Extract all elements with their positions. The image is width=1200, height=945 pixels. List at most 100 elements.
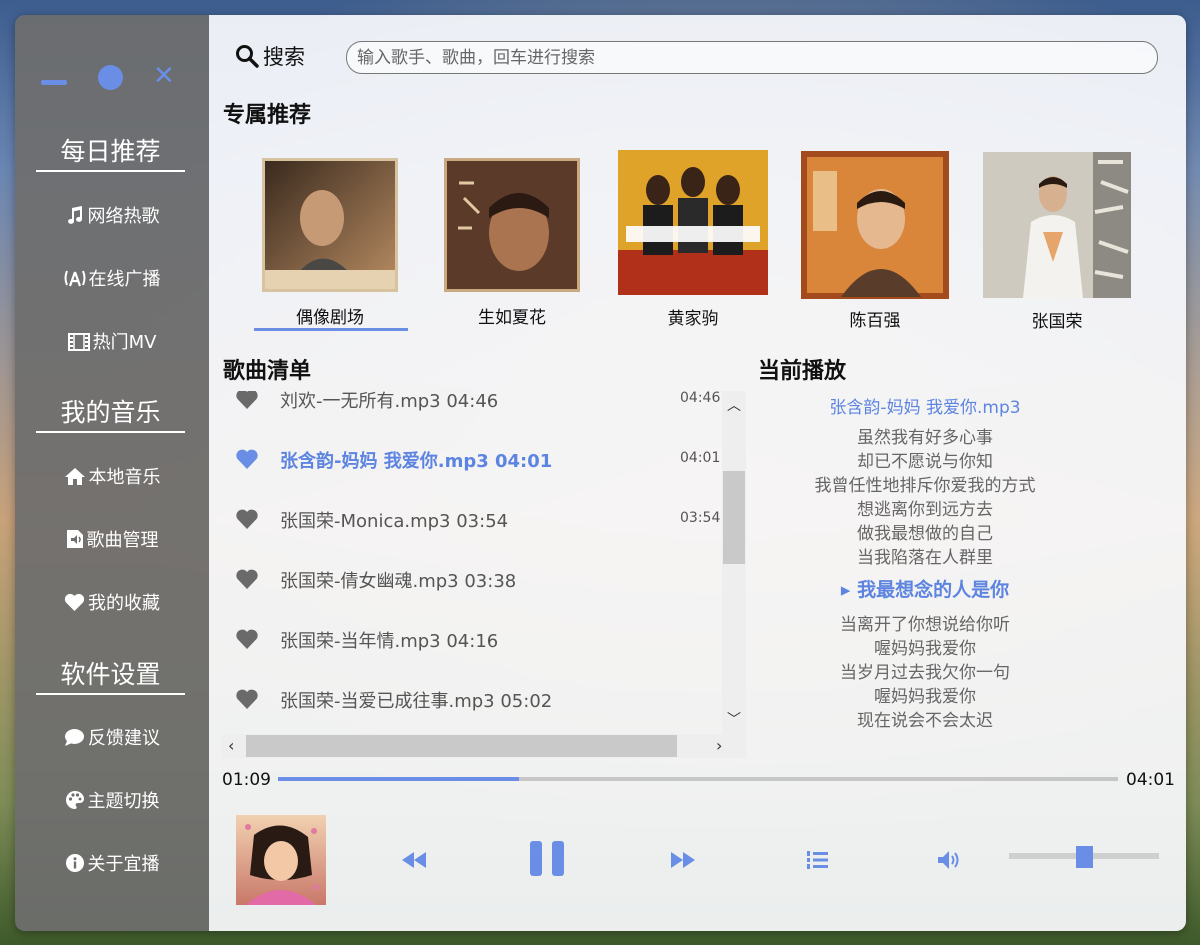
lyric-line: 做我最想做的自己: [857, 524, 993, 544]
section-title-settings: 软件设置: [36, 655, 185, 695]
song-title: 张国荣-当年情.mp3 04:16: [280, 631, 499, 652]
lyric-line: 当我陷落在人群里: [857, 548, 993, 568]
search-icon: [236, 45, 259, 68]
scroll-right-arrow-icon[interactable]: ›: [716, 736, 722, 755]
volume-icon[interactable]: [937, 850, 963, 870]
album-cover: [801, 151, 949, 299]
audio-file-icon: [66, 530, 83, 548]
sidebar-item-label: 主题切换: [87, 791, 160, 812]
volume-slider-handle[interactable]: [1076, 846, 1093, 868]
song-duration: 04:46: [680, 391, 720, 406]
sidebar-item-favorites[interactable]: 我的收藏: [15, 589, 209, 619]
minimize-button[interactable]: [41, 80, 67, 85]
lyric-line: 喔妈妈我爱你: [874, 687, 976, 707]
sidebar-item-hot-songs[interactable]: 网络热歌: [15, 202, 209, 232]
progress-fill: [278, 777, 520, 781]
scroll-down-arrow-icon[interactable]: ﹀: [727, 709, 741, 729]
favorite-heart-icon[interactable]: [235, 508, 259, 530]
home-icon: [64, 468, 85, 485]
scroll-up-arrow-icon[interactable]: ︿: [727, 395, 741, 415]
sidebar-item-about[interactable]: 关于宜播: [15, 850, 209, 880]
playlist-vertical-scrollbar[interactable]: ︿ ﹀: [722, 391, 746, 734]
album-cover: [444, 158, 580, 292]
volume-slider[interactable]: [1009, 846, 1159, 868]
album-card-2[interactable]: 生如夏花: [444, 158, 580, 338]
song-row[interactable]: 刘欢-一无所有.mp3 04:46 04:46: [222, 391, 720, 422]
album-cover: [262, 158, 398, 292]
album-name: 张国荣: [1031, 312, 1083, 332]
song-duration: 04:01: [680, 450, 720, 466]
search-input[interactable]: [346, 41, 1158, 74]
favorite-heart-icon[interactable]: [235, 628, 259, 650]
favorite-heart-icon[interactable]: [235, 568, 259, 590]
song-title: 张国荣-Monica.mp3 03:54: [280, 511, 509, 532]
sidebar-item-radio[interactable]: 在线广播: [15, 265, 209, 295]
lyric-line: 我曾任性地排斥你爱我的方式: [814, 476, 1036, 496]
scrollbar-thumb[interactable]: [723, 471, 745, 564]
recommend-title: 专属推荐: [223, 102, 312, 128]
album-card-4[interactable]: 陈百强: [801, 151, 949, 333]
album-cover: [983, 152, 1131, 298]
song-row-active[interactable]: 张含韵-妈妈 我爱你.mp3 04:01 04:01: [222, 438, 720, 482]
album-name: 陈百强: [849, 311, 901, 331]
sidebar-item-feedback[interactable]: 反馈建议: [15, 724, 209, 754]
sidebar: ✕ 每日推荐 网络热歌 在线广播 热门MV 我的音乐 本地音乐 歌曲管理 我的收…: [15, 15, 209, 931]
lyric-line: 却已不愿说与你知: [857, 452, 993, 472]
lyric-line: 现在说会不会太迟: [857, 711, 993, 731]
total-time: 04:01: [1126, 770, 1175, 790]
song-duration: 03:54: [680, 510, 720, 526]
scrollbar-thumb[interactable]: [246, 735, 677, 757]
progress-bar[interactable]: [278, 777, 1118, 781]
song-title: 张含韵-妈妈 我爱你.mp3 04:01: [280, 451, 553, 472]
playlist-order-icon[interactable]: [806, 850, 828, 870]
sidebar-item-label: 关于宜播: [87, 854, 160, 875]
scroll-left-arrow-icon[interactable]: ‹: [228, 736, 234, 755]
playlist-horizontal-scrollbar[interactable]: ‹ ›: [222, 734, 746, 758]
now-playing-song: 张含韵-妈妈 我爱你.mp3: [829, 398, 1021, 418]
song-title: 张国荣-倩女幽魂.mp3 03:38: [280, 571, 517, 592]
album-card-1[interactable]: 偶像剧场: [262, 158, 398, 338]
song-title: 张国荣-当爱已成往事.mp3 05:02: [280, 691, 553, 712]
album-card-5[interactable]: 张国荣: [983, 152, 1131, 334]
lyrics-panel: 张含韵-妈妈 我爱你.mp3 虽然我有好多心事 却已不愿说与你知 我曾任性地排斥…: [769, 391, 1081, 734]
sidebar-item-theme[interactable]: 主题切换: [15, 787, 209, 817]
close-button[interactable]: ✕: [153, 61, 175, 91]
favorite-heart-icon[interactable]: [235, 391, 259, 410]
main-panel: 搜索 专属推荐 偶像剧场: [209, 15, 1186, 931]
info-icon: [65, 854, 84, 872]
broadcast-icon: [64, 270, 85, 287]
song-row[interactable]: 张国荣-Monica.mp3 03:54 03:54: [222, 498, 720, 542]
album-selected-indicator: [254, 328, 408, 331]
lyric-line-current: ▸ 我最想念的人是你: [840, 579, 1010, 601]
playlist-title: 歌曲清单: [223, 358, 312, 384]
current-song-cover: [236, 815, 326, 905]
lyric-line: 想逃离你到远方去: [857, 500, 993, 520]
sidebar-item-mv[interactable]: 热门MV: [15, 328, 209, 358]
song-row[interactable]: 张国荣-当爱已成往事.mp3 05:02: [222, 678, 720, 722]
favorite-heart-icon[interactable]: [235, 448, 259, 470]
next-track-button[interactable]: [671, 852, 695, 868]
sidebar-item-label: 歌曲管理: [86, 530, 159, 551]
comment-icon: [65, 729, 84, 746]
sidebar-item-local-music[interactable]: 本地音乐: [15, 463, 209, 493]
album-card-3[interactable]: 黄家驹: [618, 150, 768, 330]
pause-button[interactable]: [530, 841, 564, 876]
song-list: 刘欢-一无所有.mp3 04:46 04:46 张含韵-妈妈 我爱你.mp3 0…: [222, 391, 720, 734]
sidebar-item-label: 热门MV: [92, 332, 157, 353]
search-button[interactable]: 搜索: [235, 41, 335, 71]
sidebar-item-song-manage[interactable]: 歌曲管理: [15, 526, 209, 556]
album-name: 生如夏花: [478, 308, 546, 328]
elapsed-time: 01:09: [222, 770, 271, 790]
song-row[interactable]: 张国荣-当年情.mp3 04:16: [222, 618, 720, 662]
song-title: 刘欢-一无所有.mp3 04:46: [280, 391, 499, 412]
section-title-my-music: 我的音乐: [36, 393, 185, 433]
music-note-icon: [67, 206, 82, 224]
lyric-line: 虽然我有好多心事: [857, 428, 993, 448]
section-title-daily: 每日推荐: [36, 132, 185, 172]
song-row[interactable]: 张国荣-倩女幽魂.mp3 03:38: [222, 558, 720, 602]
sidebar-item-label: 在线广播: [88, 269, 161, 290]
previous-track-button[interactable]: [402, 852, 426, 868]
palette-icon: [65, 791, 84, 809]
maximize-button[interactable]: [98, 65, 123, 90]
favorite-heart-icon[interactable]: [235, 688, 259, 710]
